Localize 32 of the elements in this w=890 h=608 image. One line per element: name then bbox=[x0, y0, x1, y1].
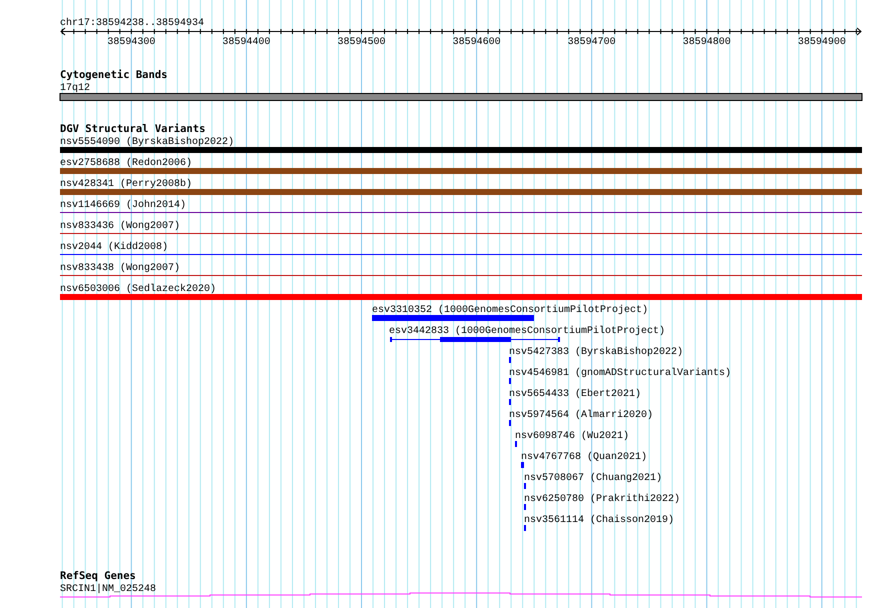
feature-label: nsv5974564 (Almarri2020) bbox=[509, 410, 654, 421]
feature-label: esv3310352 (1000GenomesConsortiumPilotProject) bbox=[372, 305, 648, 316]
feature-label: nsv5554090 (ByrskaBishop2022) bbox=[60, 137, 234, 148]
ruler-title: chr17:38594238..38594934 bbox=[60, 18, 204, 29]
track-title: DGV Structural Variants bbox=[60, 123, 206, 135]
feature-label: nsv4546981 (gnomADStructuralVariants) bbox=[509, 368, 732, 379]
tick-label: 38594300 bbox=[107, 37, 156, 48]
feature-label: nsv428341 (Perry2008b) bbox=[60, 179, 192, 190]
feature-label: nsv4767768 (Quan2021) bbox=[521, 452, 648, 463]
feature-label: nsv5654433 (Ebert2021) bbox=[509, 389, 642, 400]
track-title: Cytogenetic Bands bbox=[60, 69, 168, 81]
feature-label: nsv6250780 (Prakrithi2022) bbox=[524, 494, 680, 505]
tick-label: 38594600 bbox=[452, 37, 501, 48]
feature-label: nsv1146669 (John2014) bbox=[60, 200, 186, 211]
feature-label: esv3442833 (1000GenomesConsortiumPilotProject) bbox=[389, 326, 666, 337]
feature-label: nsv2044 (Kidd2008) bbox=[60, 242, 168, 253]
feature-label: esv2758688 (Redon2006) bbox=[60, 158, 192, 169]
tick-label: 38594800 bbox=[682, 37, 731, 48]
tick-label: 38594700 bbox=[568, 37, 616, 48]
feature-label: nsv5427383 (ByrskaBishop2022) bbox=[509, 347, 684, 358]
feature-label: SRCIN1|NM_025248 bbox=[60, 584, 156, 595]
track-title: RefSeq Genes bbox=[60, 570, 136, 582]
feature-label: nsv3561114 (Chaisson2019) bbox=[524, 515, 674, 526]
feature-label: nsv833436 (Wong2007) bbox=[60, 221, 180, 232]
feature-label: nsv6098746 (Wu2021) bbox=[515, 431, 630, 442]
tick-label: 38594400 bbox=[222, 37, 270, 48]
tick-label: 38594900 bbox=[798, 37, 846, 48]
feature-label: 17q12 bbox=[60, 83, 90, 94]
tick-label: 38594500 bbox=[338, 37, 386, 48]
feature-label: nsv5708067 (Chuang2021) bbox=[524, 473, 662, 484]
feature-label: nsv833438 (Wong2007) bbox=[60, 263, 180, 274]
feature-label: nsv6503006 (Sedlazeck2020) bbox=[60, 284, 216, 295]
